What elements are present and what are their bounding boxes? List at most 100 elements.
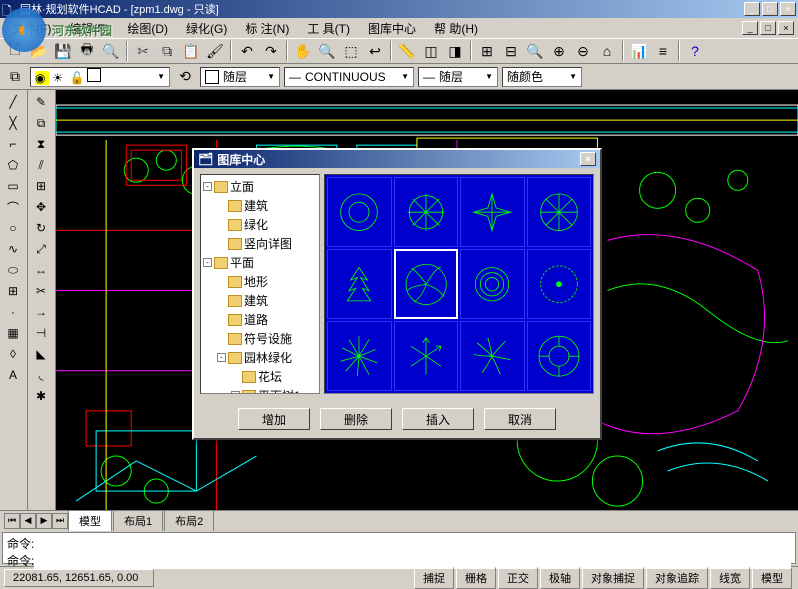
maximize-button[interactable]: □	[762, 2, 778, 16]
tree-item[interactable]: -立面	[203, 177, 317, 196]
gallery-item[interactable]	[327, 249, 392, 319]
help-icon[interactable]: ?	[684, 40, 706, 62]
scale-icon[interactable]: ⤢	[30, 239, 52, 259]
gallery-item[interactable]	[394, 321, 459, 391]
plotstyle-dropdown[interactable]: 随颜色	[502, 67, 582, 87]
tab-last-icon[interactable]: ⏭	[52, 513, 68, 529]
erase-icon[interactable]: ✎	[30, 92, 52, 112]
fillet-icon[interactable]: ◟	[30, 365, 52, 385]
xline-icon[interactable]: ╳	[2, 113, 24, 133]
tool-f-icon[interactable]: ⊕	[548, 40, 570, 62]
tree-item[interactable]: 花坛	[203, 367, 317, 386]
status-grid[interactable]: 栅格	[456, 567, 496, 589]
tool-e-icon[interactable]: 🔍	[524, 40, 546, 62]
status-model[interactable]: 模型	[752, 567, 792, 589]
pline-icon[interactable]: ⌐	[2, 134, 24, 154]
cancel-button[interactable]: 取消	[484, 408, 556, 430]
extend-icon[interactable]: →	[30, 302, 52, 322]
break-icon[interactable]: ⊣	[30, 323, 52, 343]
mirror-icon[interactable]: ⧗	[30, 134, 52, 154]
tree-toggle-icon[interactable]: -	[203, 258, 212, 267]
gallery-item[interactable]	[394, 249, 459, 319]
dist-icon[interactable]: 📏	[396, 40, 418, 62]
tool-a-icon[interactable]: ◫	[420, 40, 442, 62]
status-lwt[interactable]: 线宽	[710, 567, 750, 589]
redo-icon[interactable]: ↷	[260, 40, 282, 62]
tab-layout2[interactable]: 布局2	[164, 510, 214, 531]
tree-item[interactable]: -平面	[203, 253, 317, 272]
layer-prev-icon[interactable]: ⟲	[174, 66, 196, 88]
match-icon[interactable]: 🖌	[204, 40, 226, 62]
tree-item[interactable]: -平面树1	[203, 386, 317, 394]
close-button[interactable]: ×	[780, 2, 796, 16]
gallery-item[interactable]	[460, 177, 525, 247]
chamfer-icon[interactable]: ◣	[30, 344, 52, 364]
dialog-close-button[interactable]: ×	[580, 152, 596, 166]
move-icon[interactable]: ✥	[30, 197, 52, 217]
tree-toggle-icon[interactable]: -	[217, 353, 226, 362]
explode-icon[interactable]: ✱	[30, 386, 52, 406]
undo-icon[interactable]: ↶	[236, 40, 258, 62]
zoom-prev-icon[interactable]: ↩	[364, 40, 386, 62]
tree-item[interactable]: 竖向详图	[203, 234, 317, 253]
add-button[interactable]: 增加	[238, 408, 310, 430]
gallery-item[interactable]	[527, 177, 592, 247]
status-osnap[interactable]: 对象捕捉	[582, 567, 644, 589]
gallery-item[interactable]	[327, 321, 392, 391]
insert-button[interactable]: 插入	[402, 408, 474, 430]
tree-item[interactable]: 绿化	[203, 215, 317, 234]
calc-icon[interactable]: 📊	[628, 40, 650, 62]
rotate-icon[interactable]: ↻	[30, 218, 52, 238]
tree-toggle-icon[interactable]: -	[231, 391, 240, 394]
tool-c-icon[interactable]: ⊞	[476, 40, 498, 62]
tab-model[interactable]: 模型	[68, 510, 112, 531]
menu-greening[interactable]: 绿化(G)	[178, 18, 235, 39]
text-icon[interactable]: A	[2, 365, 24, 385]
delete-button[interactable]: 删除	[320, 408, 392, 430]
copy2-icon[interactable]: ⧉	[30, 113, 52, 133]
tab-layout1[interactable]: 布局1	[113, 510, 163, 531]
status-otrack[interactable]: 对象追踪	[646, 567, 708, 589]
pan-icon[interactable]: ✋	[292, 40, 314, 62]
gallery-item[interactable]	[394, 177, 459, 247]
line-icon[interactable]: ╱	[2, 92, 24, 112]
menu-help[interactable]: 帮 助(H)	[426, 18, 486, 39]
linetype-dropdown[interactable]: — CONTINUOUS	[284, 67, 414, 87]
tool-d-icon[interactable]: ⊟	[500, 40, 522, 62]
tool-g-icon[interactable]: ⊖	[572, 40, 594, 62]
status-snap[interactable]: 捕捉	[414, 567, 454, 589]
tab-first-icon[interactable]: ⏮	[4, 513, 20, 529]
trim-icon[interactable]: ✂	[30, 281, 52, 301]
menu-library[interactable]: 图库中心	[360, 18, 424, 39]
gallery-item[interactable]	[527, 249, 592, 319]
doc-minimize-button[interactable]: _	[742, 21, 758, 35]
command-line[interactable]: 命令: 命令:	[2, 532, 796, 564]
circle-icon[interactable]: ○	[2, 218, 24, 238]
tree-item[interactable]: 符号设施	[203, 329, 317, 348]
gallery-item[interactable]	[327, 177, 392, 247]
menu-annotate[interactable]: 标 注(N)	[237, 18, 297, 39]
layer-state-dropdown[interactable]: ◉ ☀ 🔓	[30, 67, 170, 87]
tree-item[interactable]: 地形	[203, 272, 317, 291]
layer-mgr-icon[interactable]: ⧉	[4, 66, 26, 88]
rect-icon[interactable]: ▭	[2, 176, 24, 196]
polygon-icon[interactable]: ⬠	[2, 155, 24, 175]
point-icon[interactable]: ·	[2, 302, 24, 322]
tool-b-icon[interactable]: ◨	[444, 40, 466, 62]
gallery-item[interactable]	[460, 321, 525, 391]
lineweight-dropdown[interactable]: — 随层	[418, 67, 498, 87]
doc-close-button[interactable]: ×	[778, 21, 794, 35]
zoom-window-icon[interactable]: ⬚	[340, 40, 362, 62]
menu-tools[interactable]: 工 具(T)	[299, 18, 358, 39]
menu-draw[interactable]: 绘图(D)	[119, 18, 176, 39]
tab-prev-icon[interactable]: ◀	[20, 513, 36, 529]
gallery-item[interactable]	[460, 249, 525, 319]
region-icon[interactable]: ◊	[2, 344, 24, 364]
ellipse-icon[interactable]: ⬭	[2, 260, 24, 280]
color-dropdown[interactable]: 随层	[200, 67, 280, 87]
stretch-icon[interactable]: ↔	[30, 260, 52, 280]
tree-item[interactable]: 建筑	[203, 196, 317, 215]
tree-item[interactable]: 建筑	[203, 291, 317, 310]
minimize-button[interactable]: _	[744, 2, 760, 16]
tree-item[interactable]: -园林绿化	[203, 348, 317, 367]
